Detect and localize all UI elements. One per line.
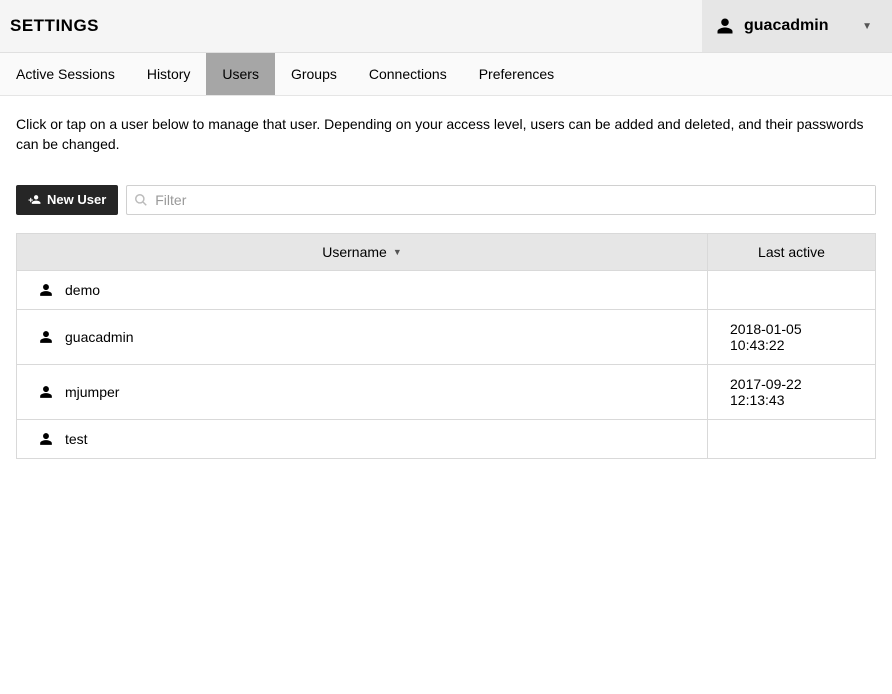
column-header-last-active-label: Last active bbox=[758, 244, 825, 260]
username-text: test bbox=[65, 431, 88, 447]
last-active-text: 2017-09-22 12:13:43 bbox=[708, 364, 876, 419]
table-row: mjumper 2017-09-22 12:13:43 bbox=[17, 364, 876, 419]
table-row: test bbox=[17, 419, 876, 458]
last-active-text: 2018-01-05 10:43:22 bbox=[708, 309, 876, 364]
tab-active-sessions[interactable]: Active Sessions bbox=[0, 53, 131, 95]
column-header-last-active[interactable]: Last active bbox=[708, 233, 876, 270]
tab-connections[interactable]: Connections bbox=[353, 53, 463, 95]
user-icon bbox=[39, 432, 53, 446]
user-row-link[interactable]: guacadmin bbox=[17, 309, 708, 364]
user-icon bbox=[716, 17, 734, 35]
header-bar: SETTINGS guacadmin ▼ bbox=[0, 0, 892, 53]
tab-users[interactable]: Users bbox=[206, 53, 275, 95]
tab-preferences[interactable]: Preferences bbox=[463, 53, 570, 95]
table-row: demo bbox=[17, 270, 876, 309]
username-text: demo bbox=[65, 282, 100, 298]
tab-groups[interactable]: Groups bbox=[275, 53, 353, 95]
last-active-text bbox=[708, 419, 876, 458]
user-row-link[interactable]: test bbox=[17, 419, 708, 458]
page-title: SETTINGS bbox=[0, 0, 109, 52]
intro-text: Click or tap on a user below to manage t… bbox=[16, 114, 876, 155]
table-header-row: Username ▼ Last active bbox=[17, 233, 876, 270]
user-icon bbox=[39, 385, 53, 399]
table-row: guacadmin 2018-01-05 10:43:22 bbox=[17, 309, 876, 364]
user-icon bbox=[39, 283, 53, 297]
username-text: mjumper bbox=[65, 384, 119, 400]
search-icon bbox=[127, 193, 155, 207]
users-table: Username ▼ Last active bbox=[16, 233, 876, 459]
column-header-username[interactable]: Username ▼ bbox=[17, 233, 708, 270]
filter-field[interactable] bbox=[126, 185, 876, 215]
user-icon bbox=[39, 330, 53, 344]
column-header-username-label: Username bbox=[322, 244, 387, 260]
filter-input[interactable] bbox=[155, 186, 875, 214]
content-area: Click or tap on a user below to manage t… bbox=[0, 96, 892, 477]
username-text: guacadmin bbox=[65, 329, 134, 345]
user-row-link[interactable]: mjumper bbox=[17, 364, 708, 419]
caret-down-icon: ▼ bbox=[862, 21, 872, 32]
toolbar: New User bbox=[16, 185, 876, 215]
new-user-label: New User bbox=[47, 192, 106, 207]
new-user-button[interactable]: New User bbox=[16, 185, 118, 215]
last-active-text bbox=[708, 270, 876, 309]
tab-history[interactable]: History bbox=[131, 53, 207, 95]
user-row-link[interactable]: demo bbox=[17, 270, 708, 309]
add-user-icon bbox=[28, 193, 41, 206]
tab-row: Active Sessions History Users Groups Con… bbox=[0, 53, 892, 96]
sort-indicator-icon: ▼ bbox=[393, 247, 402, 257]
user-menu[interactable]: guacadmin ▼ bbox=[702, 0, 892, 52]
current-user-name: guacadmin bbox=[744, 17, 852, 35]
